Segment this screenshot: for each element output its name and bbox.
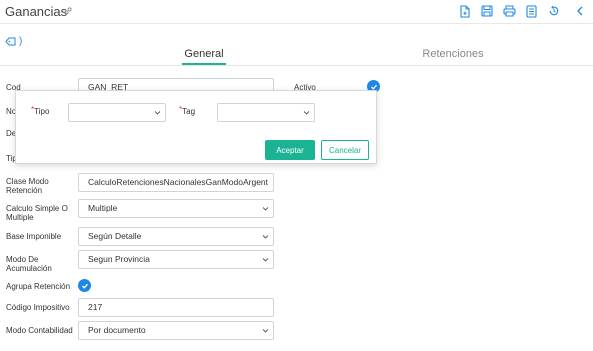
- page-header: Ganancias: [0, 0, 593, 24]
- modo-acumulacion-value: Segun Provincia: [88, 254, 150, 264]
- required-marker: *: [179, 105, 183, 114]
- tab-bar: General Retenciones: [0, 44, 593, 66]
- checkmark-icon: [81, 283, 88, 289]
- new-document-icon[interactable]: [457, 3, 473, 19]
- base-imponible-value: Según Detalle: [88, 231, 142, 241]
- list-icon[interactable]: [523, 3, 539, 19]
- calculo-simple-multiple-label: Calculo Simple O Multiple: [6, 204, 68, 222]
- accept-button[interactable]: Aceptar: [265, 140, 315, 160]
- codigo-impositivo-value: 217: [88, 302, 103, 312]
- clase-modo-retencion-value: CalculoRetencionesNacionalesGanModoArgen…: [88, 177, 269, 187]
- calculo-simple-multiple-select[interactable]: Multiple: [78, 199, 274, 218]
- modo-contabilidad-label: Modo Contabilidad: [6, 326, 73, 335]
- print-icon[interactable]: [501, 3, 517, 19]
- agrupa-retencion-label: Agrupa Retención: [6, 282, 71, 291]
- clase-modo-retencion-field[interactable]: CalculoRetencionesNacionalesGanModoArgen…: [78, 173, 274, 192]
- chevron-down-icon: [154, 111, 161, 115]
- modo-acumulacion-label: Modo De Acumulación: [6, 255, 52, 273]
- codigo-impositivo-label: Código Impositivo: [6, 303, 70, 312]
- popup-tipo-text: Tipo: [34, 107, 50, 116]
- clase-modo-retencion-label: Clase Modo Retención: [6, 177, 49, 195]
- back-icon[interactable]: [574, 3, 586, 19]
- popup-tag-select[interactable]: [217, 103, 315, 122]
- chevron-down-icon: [303, 111, 310, 115]
- modo-contabilidad-value: Por documento: [88, 325, 146, 335]
- modo-acumulacion-select[interactable]: Segun Provincia: [78, 250, 274, 269]
- required-marker: *: [31, 105, 35, 114]
- base-imponible-select[interactable]: Según Detalle: [78, 227, 274, 246]
- tab-retenciones[interactable]: Retenciones: [420, 48, 486, 60]
- tag-popup: *Tipo *Tag Aceptar Cancelar: [15, 90, 377, 164]
- calculo-simple-multiple-value: Multiple: [88, 203, 118, 213]
- chevron-down-icon: [262, 258, 269, 262]
- popup-tipo-select[interactable]: [68, 103, 166, 122]
- modo-contabilidad-select[interactable]: Por documento: [78, 321, 274, 340]
- base-imponible-label: Base Imponible: [6, 232, 62, 241]
- chevron-down-icon: [262, 329, 269, 333]
- popup-tipo-label: *Tipo: [31, 105, 50, 116]
- popup-tag-label: *Tag: [179, 105, 196, 116]
- popup-tag-text: Tag: [182, 107, 196, 116]
- codigo-impositivo-input[interactable]: 217: [78, 298, 274, 317]
- history-icon[interactable]: [546, 3, 562, 19]
- chevron-down-icon: [262, 235, 269, 239]
- chevron-down-icon: [262, 207, 269, 211]
- page-title: Ganancias: [5, 4, 68, 19]
- agrupa-retencion-checkbox[interactable]: [78, 279, 91, 292]
- tab-general[interactable]: General: [182, 48, 226, 65]
- link-icon[interactable]: [62, 4, 76, 18]
- cancel-button[interactable]: Cancelar: [321, 140, 369, 160]
- save-icon[interactable]: [479, 3, 495, 19]
